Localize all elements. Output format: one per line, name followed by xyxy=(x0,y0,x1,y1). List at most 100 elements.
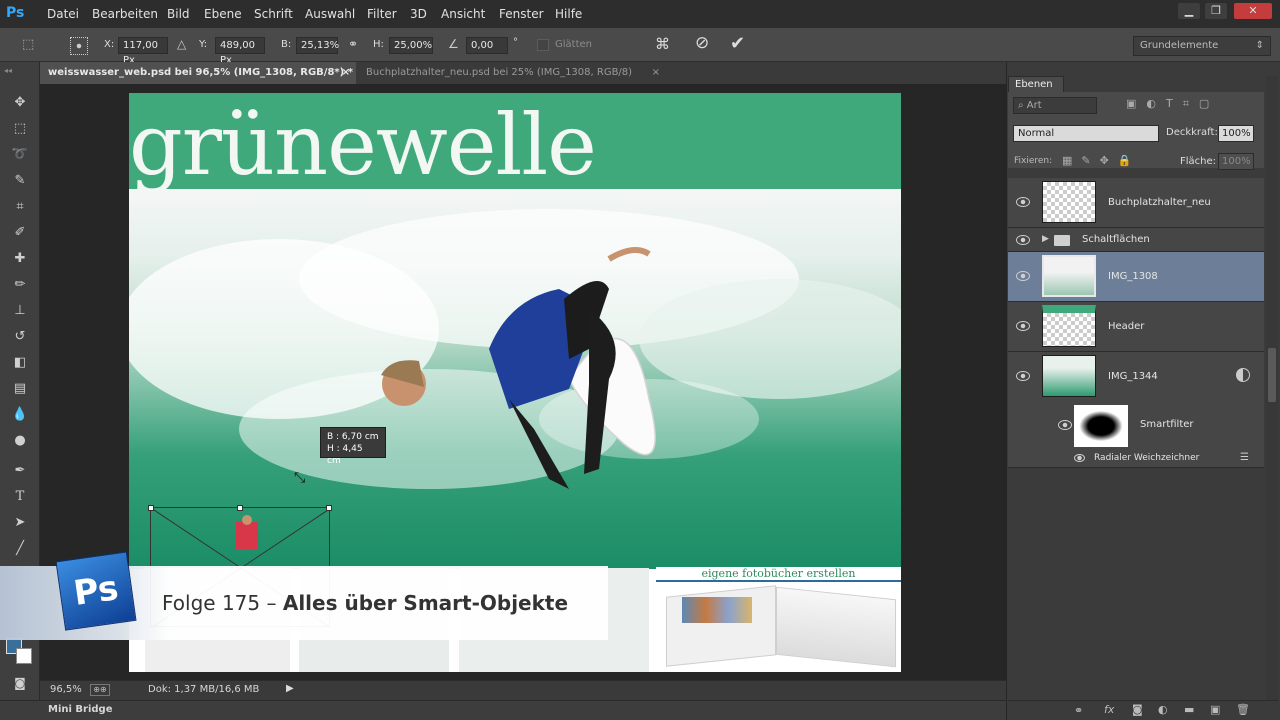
crop-tool-icon[interactable]: ⌗ xyxy=(10,198,30,216)
restore-icon[interactable]: ❐ xyxy=(1205,3,1227,19)
quick-mask-icon[interactable]: ◙ xyxy=(10,674,30,692)
layer-thumbnail xyxy=(1042,255,1096,297)
layer-row-schaltflaechen[interactable]: ▶ Schaltflächen xyxy=(1008,228,1264,252)
relative-position-icon[interactable]: △ xyxy=(177,37,186,51)
add-mask-icon[interactable]: ◙ xyxy=(1132,703,1143,716)
transform-handle-tl[interactable] xyxy=(148,505,154,511)
layer-row-header[interactable]: Header xyxy=(1008,302,1264,352)
visibility-eye-icon[interactable] xyxy=(1016,235,1030,245)
menu-ebene[interactable]: Ebene xyxy=(204,7,242,21)
stamp-tool-icon[interactable]: ⊥ xyxy=(10,302,30,320)
menu-ansicht[interactable]: Ansicht xyxy=(441,7,485,21)
layer-row-img1344[interactable]: IMG_1344 xyxy=(1008,352,1264,402)
transform-handle-tr[interactable] xyxy=(326,505,332,511)
eyedropper-tool-icon[interactable]: ✐ xyxy=(10,224,30,242)
filter-options-icon[interactable]: ☰ xyxy=(1240,452,1249,463)
transform-tool-icon: ⬚ xyxy=(22,37,35,52)
layers-scrollbar[interactable] xyxy=(1266,76,1278,700)
layer-row-img1308[interactable]: IMG_1308 xyxy=(1008,252,1264,302)
fx-icon[interactable]: fx xyxy=(1104,703,1114,716)
fill-field[interactable]: 100% xyxy=(1218,153,1254,170)
tab-buchplatzhalter[interactable]: Buchplatzhalter_neu.psd bei 25% (IMG_130… xyxy=(358,62,668,84)
height-field[interactable]: 25,00% xyxy=(389,37,433,54)
minimize-icon[interactable]: ▁ xyxy=(1178,3,1200,19)
lasso-tool-icon[interactable]: ➰ xyxy=(10,146,30,164)
reference-point-icon[interactable] xyxy=(70,37,88,55)
menu-schrift[interactable]: Schrift xyxy=(254,7,293,21)
options-bar xyxy=(0,28,1280,62)
layer-row-buchplatzhalter[interactable]: Buchplatzhalter_neu xyxy=(1008,178,1264,228)
gradient-tool-icon[interactable]: ▤ xyxy=(10,380,30,398)
menu-auswahl[interactable]: Auswahl xyxy=(305,7,355,21)
menu-fenster[interactable]: Fenster xyxy=(499,7,544,21)
opacity-field[interactable]: 100% xyxy=(1218,125,1254,142)
episode-title: Folge 175 – Alles über Smart-Objekte xyxy=(162,590,568,616)
menu-datei[interactable]: Datei xyxy=(47,7,79,21)
zoom-level[interactable]: 96,5% xyxy=(50,684,82,695)
width-field[interactable]: 25,13% xyxy=(296,37,339,54)
tab-weisswasser[interactable]: weisswasser_web.psd bei 96,5% (IMG_1308,… xyxy=(40,62,356,84)
move-tool-icon[interactable]: ✥ xyxy=(10,94,30,112)
mini-bridge-label[interactable]: Mini Bridge xyxy=(48,704,113,715)
blur-tool-icon[interactable]: 💧 xyxy=(10,406,30,424)
doc-size: Dok: 1,37 MB/16,6 MB xyxy=(148,684,260,695)
healing-tool-icon[interactable]: ✚ xyxy=(10,250,30,268)
smart-filter-icon[interactable] xyxy=(1236,368,1250,382)
visibility-eye-icon[interactable] xyxy=(1074,454,1085,462)
warp-icon[interactable]: ⌘ xyxy=(655,35,670,53)
tab-ebenen[interactable]: Ebenen xyxy=(1008,76,1064,92)
line-tool-icon[interactable]: ╱ xyxy=(10,540,30,558)
collapse-icon[interactable]: ◂◂ xyxy=(4,66,12,75)
expand-arrow-icon[interactable]: ▶ xyxy=(1042,234,1049,244)
menu-bearbeiten[interactable]: Bearbeiten xyxy=(92,7,158,21)
history-brush-tool-icon[interactable]: ↺ xyxy=(10,328,30,346)
path-select-tool-icon[interactable]: ➤ xyxy=(10,514,30,532)
filter-row-radial-blur[interactable]: Radialer Weichzeichner ☰ xyxy=(1008,450,1264,468)
angle-field[interactable]: 0,00 xyxy=(466,37,508,54)
quick-select-tool-icon[interactable]: ✎ xyxy=(10,172,30,190)
visibility-eye-icon[interactable] xyxy=(1016,271,1030,281)
smartfilter-row[interactable]: Smartfilter xyxy=(1008,402,1264,450)
layer-filter-select[interactable]: ⌕ Art xyxy=(1013,97,1097,114)
status-menu-arrow-icon[interactable]: ▶ xyxy=(286,683,294,694)
y-field[interactable]: 489,00 Px xyxy=(215,37,265,66)
visibility-eye-icon[interactable] xyxy=(1016,321,1030,331)
menu-bild[interactable]: Bild xyxy=(167,7,190,21)
scrollbar-thumb[interactable] xyxy=(1268,348,1276,402)
transform-handle-tm[interactable] xyxy=(237,505,243,511)
link-layers-icon[interactable]: ⚭ xyxy=(1074,704,1083,717)
new-group-icon[interactable]: ▬ xyxy=(1184,703,1194,716)
tab-close-icon[interactable]: × xyxy=(652,62,660,84)
background-color-swatch[interactable] xyxy=(16,648,32,664)
visibility-eye-icon[interactable] xyxy=(1058,420,1072,430)
menu-filter[interactable]: Filter xyxy=(367,7,397,21)
close-icon[interactable]: ✕ xyxy=(1234,3,1272,19)
layer-filter-icons[interactable]: ▣◐T⌗▢ xyxy=(1126,97,1219,111)
visibility-eye-icon[interactable] xyxy=(1016,371,1030,381)
pen-tool-icon[interactable]: ✒ xyxy=(10,462,30,480)
menu-hilfe[interactable]: Hilfe xyxy=(555,7,582,21)
adjustment-layer-icon[interactable]: ◐ xyxy=(1158,703,1168,716)
brush-tool-icon[interactable]: ✏ xyxy=(10,276,30,294)
layer-thumbnail xyxy=(1042,305,1096,347)
lock-icons[interactable]: ▦✎✥🔒 xyxy=(1062,154,1141,167)
workspace-select[interactable]: Grundelemente ⇕ xyxy=(1133,36,1271,56)
marquee-tool-icon[interactable]: ⬚ xyxy=(10,120,30,138)
smooth-checkbox[interactable] xyxy=(537,39,549,51)
blend-mode-select[interactable]: Normal xyxy=(1013,125,1159,142)
type-tool-icon[interactable]: T xyxy=(10,488,30,506)
dodge-tool-icon[interactable]: ● xyxy=(10,432,30,450)
delete-layer-icon[interactable]: 🗑 xyxy=(1236,703,1250,716)
eraser-tool-icon[interactable]: ◧ xyxy=(10,354,30,372)
status-info-icon[interactable]: ⊕⊕ xyxy=(90,684,110,696)
x-field[interactable]: 117,00 Px xyxy=(118,37,168,66)
layer-name: Schaltflächen xyxy=(1082,234,1150,245)
new-layer-icon[interactable]: ▣ xyxy=(1210,703,1220,716)
menu-bar: Ps Datei Bearbeiten Bild Ebene Schrift A… xyxy=(0,0,1280,28)
tab-close-icon[interactable]: × xyxy=(342,62,350,84)
menu-3d[interactable]: 3D xyxy=(410,7,427,21)
link-icon[interactable]: ⚭ xyxy=(348,37,358,51)
cancel-transform-icon[interactable]: ⊘ xyxy=(695,33,709,53)
commit-transform-icon[interactable]: ✔ xyxy=(730,33,745,54)
visibility-eye-icon[interactable] xyxy=(1016,197,1030,207)
